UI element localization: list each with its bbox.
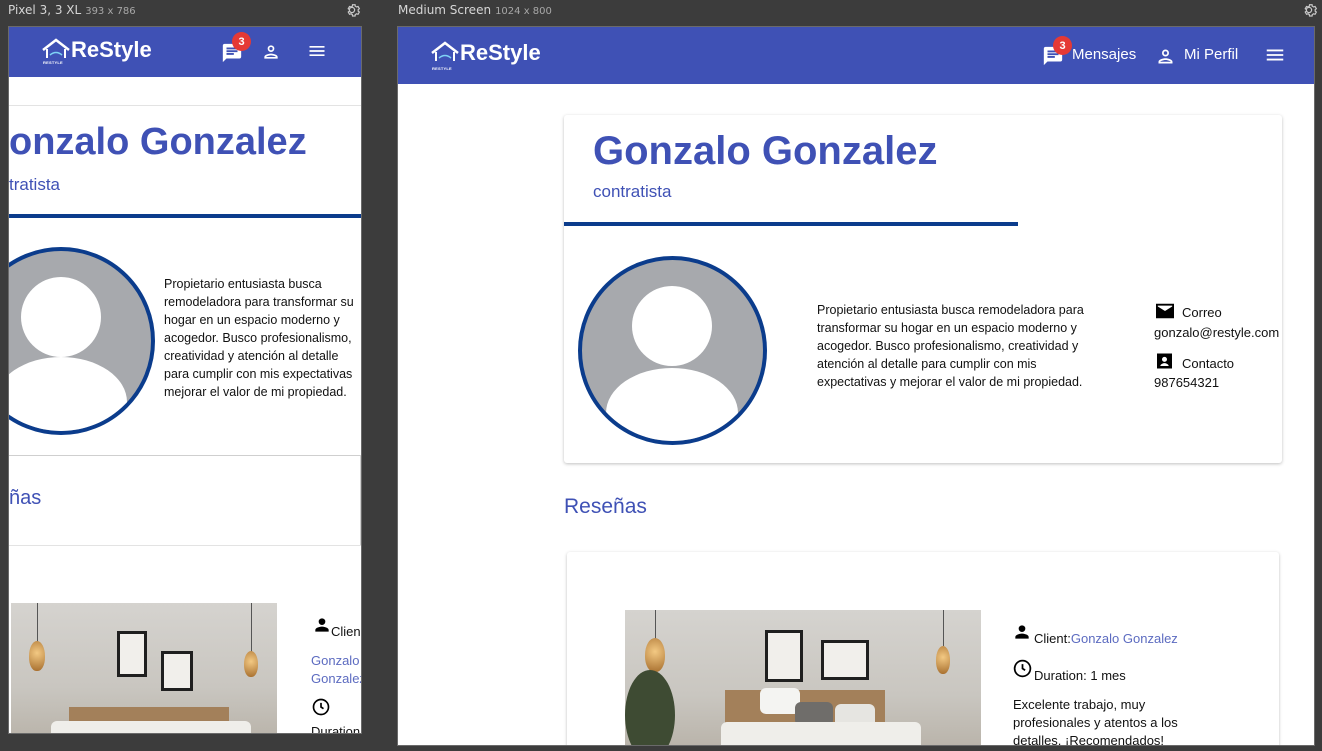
messages-link[interactable]: Mensajes: [1072, 46, 1136, 63]
brand-logo[interactable]: ReStyle RESTYLE: [430, 40, 541, 71]
divider: [360, 455, 361, 545]
client-label: Client:: [1034, 631, 1071, 646]
brand-sub: RESTYLE: [432, 66, 452, 71]
device-name: Pixel 3, 3 XL: [8, 3, 82, 17]
profile-description: Propietario entusiasta busca remodelador…: [817, 303, 1084, 389]
brand-sub: RESTYLE: [43, 60, 63, 65]
clock-icon: [1013, 659, 1032, 678]
client-name-link[interactable]: Gonzalo Gonzalez: [1071, 631, 1178, 646]
title-rule: [564, 222, 1018, 226]
settings-icon[interactable]: [343, 1, 361, 19]
client-name-link[interactable]: Gonzalo: [311, 653, 359, 668]
device-size: 1024 x 800: [495, 6, 552, 17]
brand-logo[interactable]: ReStyle RESTYLE: [41, 37, 152, 65]
avatar: [9, 247, 155, 435]
medium-preview: ReStyle RESTYLE 3 Mensajes Mi Perfil Gon…: [397, 26, 1315, 746]
profile-name: Gonzalo Gonzalez: [593, 129, 938, 173]
client-line: Client:Gonzalo Gonzalez: [1034, 631, 1178, 646]
device-name: Medium Screen: [398, 3, 492, 17]
person-icon: [315, 618, 329, 632]
brand-name: ReStyle: [460, 40, 541, 65]
home-logo-icon: [431, 41, 459, 61]
mobile-preview: ReStyle RESTYLE 3 onzalo Gonzalez tratis…: [8, 26, 362, 734]
messages-badge: 3: [1053, 36, 1072, 55]
person-icon[interactable]: [1155, 46, 1176, 67]
review-card: Client:Gonzalo Gonzalez Duration: 1 mes …: [567, 552, 1279, 746]
home-logo-icon: [42, 38, 70, 58]
navbar: ReStyle RESTYLE 3 Mensajes Mi Perfil: [398, 27, 1314, 84]
person-icon[interactable]: [261, 42, 281, 62]
contact-icon: [1157, 353, 1172, 369]
client-label: Clien: [331, 624, 361, 639]
reviews-title: Reseñas: [564, 495, 647, 518]
contact-value: 987654321: [1154, 375, 1220, 390]
review-image: [625, 610, 981, 745]
title-rule: [9, 214, 361, 218]
profile-link[interactable]: Mi Perfil: [1184, 46, 1238, 63]
duration-label: Duration:: [311, 724, 362, 734]
brand-name: ReStyle: [71, 37, 152, 62]
divider: [9, 545, 361, 546]
profile-description: Propietario entusiasta busca remodelador…: [164, 277, 354, 399]
email-value: gonzalo@restyle.com: [1154, 325, 1280, 340]
device-label-medium: Medium Screen 1024 x 800: [398, 3, 552, 17]
profile-role: contratista: [593, 182, 672, 201]
review-image: [11, 603, 277, 733]
menu-icon[interactable]: [1264, 44, 1286, 66]
email-label: Correo: [1182, 305, 1222, 320]
divider: [9, 105, 361, 106]
avatar: [578, 256, 767, 445]
reviews-title: ñas: [9, 487, 42, 509]
profile-role: tratista: [9, 175, 61, 194]
navbar: ReStyle RESTYLE 3: [9, 27, 361, 77]
client-name-link[interactable]: Gonzalez: [311, 671, 361, 686]
settings-icon[interactable]: [1300, 1, 1318, 19]
profile-card: Gonzalo Gonzalez contratista Propietario…: [564, 115, 1282, 463]
device-size: 393 x 786: [85, 6, 136, 17]
messages-badge: 3: [232, 32, 251, 51]
review-comment: Excelente trabajo, muy profesionales y a…: [1013, 697, 1178, 746]
duration-label: Duration: 1 mes: [1034, 668, 1126, 683]
clock-icon: [312, 698, 330, 716]
email-icon: [1156, 303, 1174, 319]
person-icon: [1015, 625, 1029, 639]
contact-label: Contacto: [1182, 356, 1235, 371]
device-label-mobile: Pixel 3, 3 XL 393 x 786: [8, 3, 136, 17]
divider: [9, 455, 361, 456]
menu-icon[interactable]: [307, 41, 327, 61]
profile-name: onzalo Gonzalez: [9, 121, 307, 163]
